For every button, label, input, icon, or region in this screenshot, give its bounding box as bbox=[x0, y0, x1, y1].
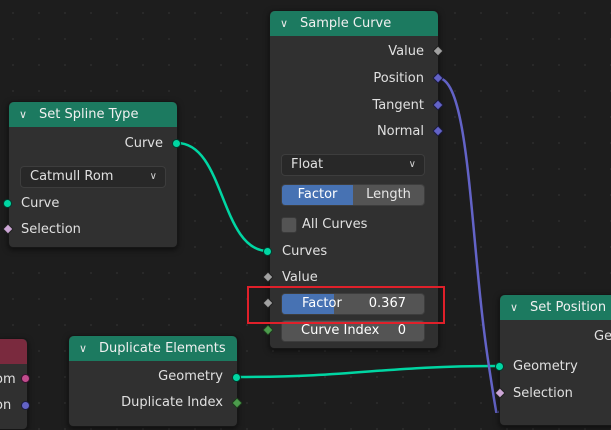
duplicate-elements-header[interactable]: ∨ Duplicate Elements bbox=[69, 336, 237, 361]
set-spline-type-node[interactable]: ∨ Set Spline Type Curve Catmull Rom ∨ Cu… bbox=[8, 101, 178, 248]
partial-socket-1[interactable] bbox=[21, 374, 30, 383]
partial-row-2: on bbox=[0, 398, 12, 413]
curve-index-value: 0 bbox=[397, 323, 406, 338]
duplicate-elements-node[interactable]: ∨ Duplicate Elements Geometry Duplicate … bbox=[68, 335, 238, 427]
set-position-input-geometry-socket[interactable] bbox=[495, 362, 504, 371]
mode-tabs[interactable]: Factor Length bbox=[281, 184, 425, 206]
input-curves-label: Curves bbox=[282, 244, 328, 259]
node-title: Sample Curve bbox=[300, 16, 392, 31]
input-curves-socket[interactable] bbox=[263, 247, 272, 256]
spline-output-curve-socket[interactable] bbox=[172, 139, 181, 148]
data-type-value: Float bbox=[291, 157, 324, 172]
output-geometry-partial-label: Ge bbox=[594, 329, 611, 344]
link-duplicate-to-set-position bbox=[236, 364, 500, 379]
node-title: Set Position bbox=[530, 300, 607, 315]
input-selection-label: Selection bbox=[21, 222, 81, 237]
partial-node-left[interactable]: om on bbox=[0, 338, 28, 430]
partial-row-1: om bbox=[0, 372, 16, 387]
tab-length[interactable]: Length bbox=[353, 185, 424, 205]
chevron-down-icon[interactable]: ∨ bbox=[19, 108, 33, 121]
spline-input-curve-socket[interactable] bbox=[3, 199, 12, 208]
data-type-dropdown[interactable]: Float ∨ bbox=[281, 154, 425, 176]
partial-socket-2[interactable] bbox=[21, 401, 30, 410]
output-normal-label: Normal bbox=[376, 124, 424, 139]
output-duplicate-index-label: Duplicate Index bbox=[121, 395, 223, 410]
output-value-label: Value bbox=[388, 44, 424, 59]
output-tangent-label: Tangent bbox=[372, 98, 424, 113]
duplicate-output-geometry-socket[interactable] bbox=[232, 373, 241, 382]
link-position-to-set-position bbox=[437, 76, 502, 413]
chevron-down-icon[interactable]: ∨ bbox=[280, 17, 294, 30]
all-curves-checkbox[interactable] bbox=[281, 217, 297, 233]
link-spline-to-sample-curve bbox=[176, 141, 269, 253]
spline-type-value: Catmull Rom bbox=[30, 169, 114, 184]
set-position-header[interactable]: ∨ Set Position bbox=[500, 295, 611, 320]
output-geometry-label: Geometry bbox=[158, 369, 223, 384]
chevron-down-icon[interactable]: ∨ bbox=[79, 342, 93, 355]
input-value-label: Value bbox=[282, 270, 318, 285]
node-title: Duplicate Elements bbox=[99, 341, 226, 356]
spline-type-dropdown[interactable]: Catmull Rom ∨ bbox=[20, 166, 166, 188]
all-curves-label: All Curves bbox=[302, 217, 368, 232]
input-geometry-label: Geometry bbox=[513, 359, 578, 374]
set-spline-type-header[interactable]: ∨ Set Spline Type bbox=[9, 102, 177, 127]
set-position-node[interactable]: ∨ Set Position Ge Geometry Selection bbox=[499, 294, 611, 426]
partial-node-header bbox=[0, 339, 27, 364]
chevron-down-icon: ∨ bbox=[408, 159, 416, 170]
input-curve-label: Curve bbox=[21, 196, 60, 211]
tab-factor[interactable]: Factor bbox=[282, 185, 353, 205]
chevron-down-icon[interactable]: ∨ bbox=[510, 301, 524, 314]
sample-curve-header[interactable]: ∨ Sample Curve bbox=[270, 11, 438, 36]
output-position-label: Position bbox=[373, 71, 424, 86]
factor-highlight-box bbox=[247, 286, 445, 324]
output-curve-label: Curve bbox=[124, 136, 163, 151]
node-title: Set Spline Type bbox=[39, 107, 139, 122]
input-selection-label: Selection bbox=[513, 386, 573, 401]
chevron-down-icon: ∨ bbox=[149, 171, 157, 182]
